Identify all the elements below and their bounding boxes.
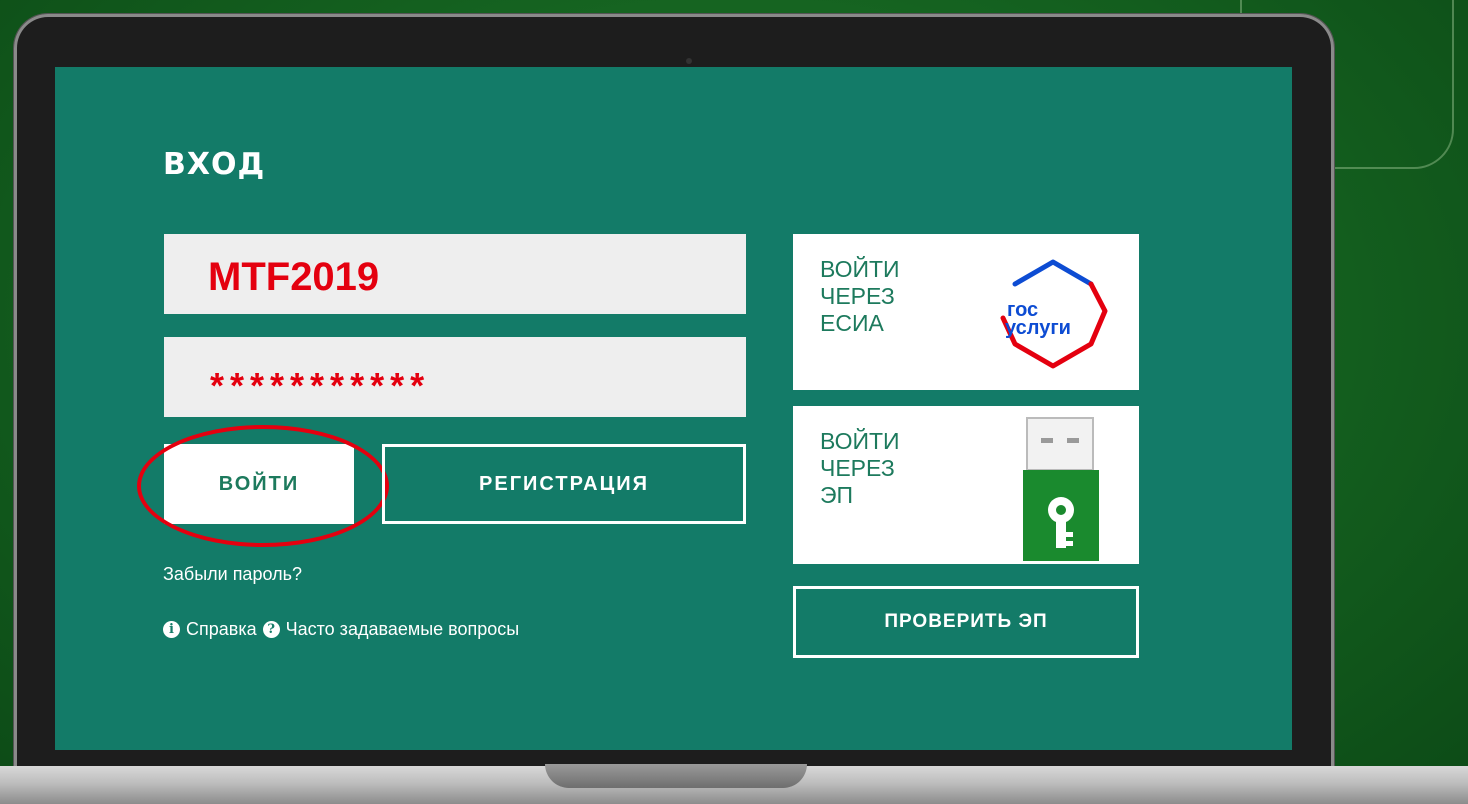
ep-line2: ЧЕРЕЗ — [820, 455, 895, 481]
camera-dot — [686, 58, 692, 64]
ep-line1: ВОЙТИ — [820, 428, 900, 454]
check-ep-button[interactable]: ПРОВЕРИТЬ ЭП — [793, 586, 1139, 658]
gosuslugi-logo: гос услуги — [1000, 259, 1108, 369]
esia-login-card[interactable]: ВОЙТИ ЧЕРЕЗ ЕСИА гос услуги — [793, 234, 1139, 390]
ep-card-text: ВОЙТИ ЧЕРЕЗ ЭП — [820, 428, 900, 509]
highlight-circle — [137, 425, 389, 547]
password-input[interactable]: *********** — [164, 337, 746, 417]
laptop-notch — [545, 764, 807, 788]
question-icon: ? — [262, 621, 280, 638]
ep-login-card[interactable]: ВОЙТИ ЧЕРЕЗ ЭП — [793, 406, 1139, 564]
usb-token-icon — [1023, 417, 1099, 561]
esia-card-text: ВОЙТИ ЧЕРЕЗ ЕСИА — [820, 256, 900, 337]
forgot-password-link[interactable]: Забыли пароль? — [163, 564, 302, 585]
register-button[interactable]: РЕГИСТРАЦИЯ — [382, 444, 746, 524]
username-input[interactable]: MTF2019 — [164, 234, 746, 314]
ep-line3: ЭП — [820, 482, 854, 508]
gosuslugi-logo-bottom: услуги — [1005, 317, 1071, 339]
esia-line3: ЕСИА — [820, 310, 884, 336]
info-icon: i — [163, 621, 180, 638]
esia-line2: ЧЕРЕЗ — [820, 283, 895, 309]
login-screen: ВХОД MTF2019 *********** ВОЙТИ РЕГИСТРАЦ… — [55, 67, 1292, 750]
page-title: ВХОД — [163, 147, 266, 182]
esia-line1: ВОЙТИ — [820, 256, 900, 282]
help-links: i Справка ? Часто задаваемые вопросы — [163, 619, 519, 640]
faq-link[interactable]: Часто задаваемые вопросы — [286, 619, 520, 640]
help-link[interactable]: Справка — [186, 619, 257, 640]
